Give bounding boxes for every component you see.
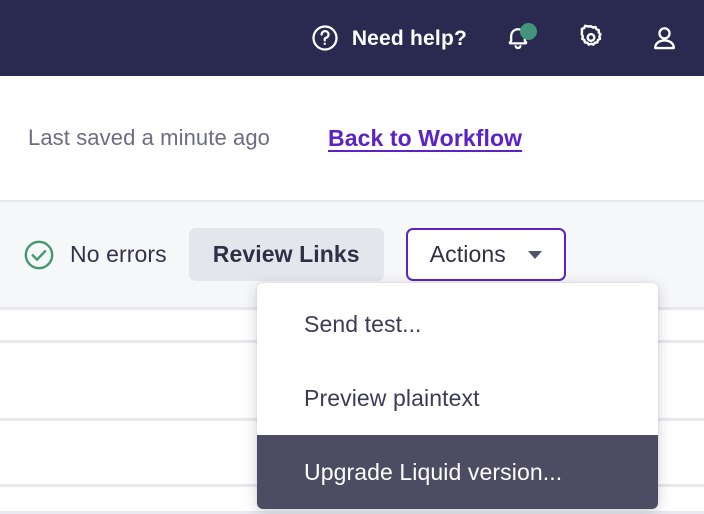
last-saved-label: Last saved a minute ago — [28, 125, 271, 150]
settings-gear-icon[interactable] — [575, 22, 607, 54]
need-help-label: Need help? — [351, 26, 467, 50]
last-saved-bar: Last saved a minute ago Back to Workflow — [0, 76, 704, 200]
menu-item-upgrade-liquid-version[interactable]: Upgrade Liquid version... — [257, 435, 658, 509]
notification-badge-dot — [520, 23, 537, 40]
menu-item-send-test[interactable]: Send test... — [257, 287, 658, 361]
check-circle-icon — [22, 238, 56, 272]
actions-dropdown-menu: Send test... Preview plaintext Upgrade L… — [257, 283, 658, 509]
question-circle-icon — [310, 23, 340, 53]
error-status-indicator: No errors — [22, 238, 167, 272]
review-links-button[interactable]: Review Links — [188, 228, 384, 281]
actions-button-label: Actions — [429, 241, 506, 267]
app-screen: Need help? Last saved a minute ago Back — [0, 0, 704, 514]
menu-item-preview-plaintext[interactable]: Preview plaintext — [257, 361, 658, 435]
need-help-button[interactable]: Need help? — [310, 23, 467, 53]
actions-dropdown-button[interactable]: Actions — [405, 228, 566, 281]
chevron-down-icon — [527, 250, 542, 259]
notifications-bell-icon[interactable] — [503, 23, 537, 53]
user-account-icon[interactable] — [649, 23, 680, 54]
back-to-workflow-link[interactable]: Back to Workflow — [328, 125, 522, 152]
top-navigation-bar: Need help? — [0, 0, 704, 76]
error-status-label: No errors — [70, 241, 167, 267]
